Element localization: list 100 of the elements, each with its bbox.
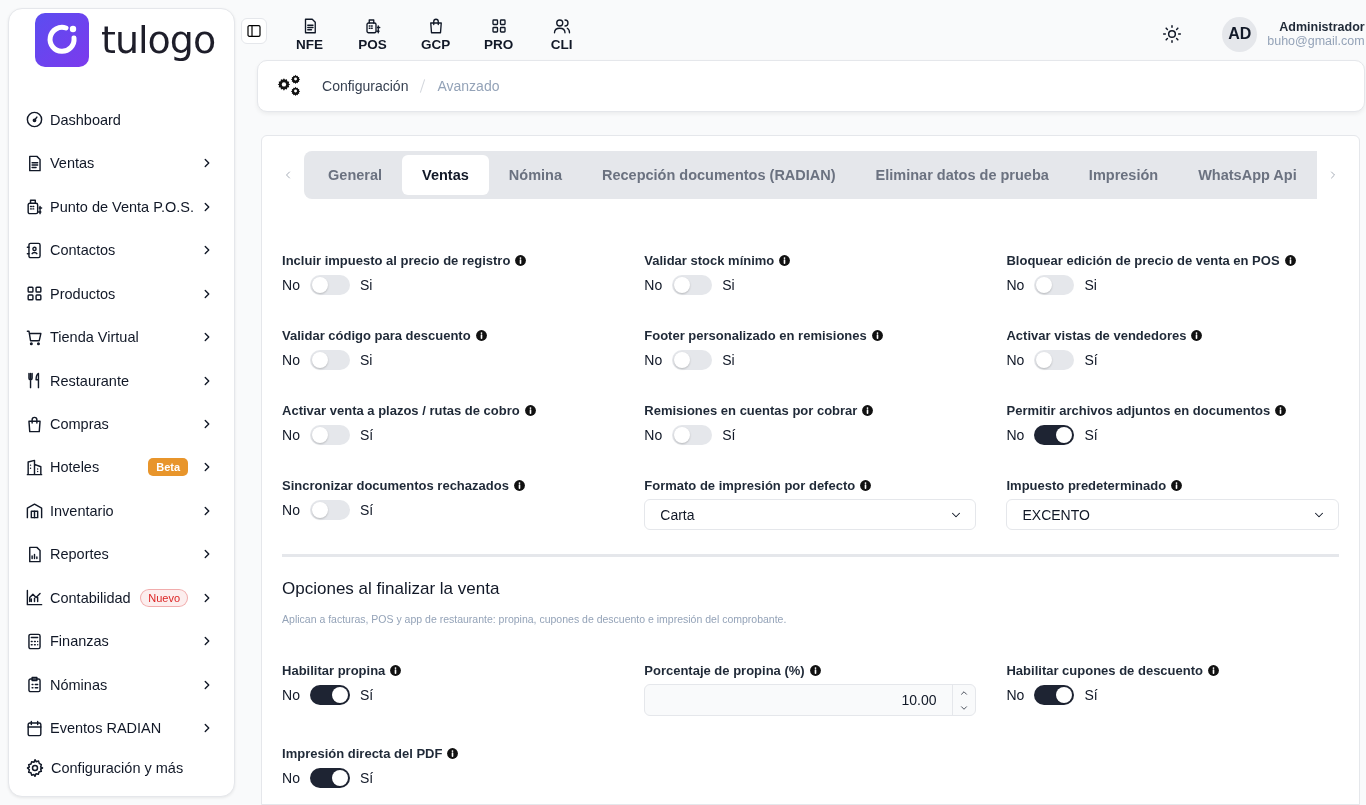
info-icon <box>474 328 488 342</box>
info-icon <box>870 328 884 342</box>
toggle-label: No <box>282 277 300 293</box>
users-icon <box>552 16 571 35</box>
toggle-label: No <box>282 427 300 443</box>
toggle-label: Sí <box>1084 352 1098 368</box>
toggle-switch[interactable] <box>672 350 713 370</box>
info-icon <box>1207 663 1220 677</box>
panel-icon <box>246 23 263 39</box>
info-icon <box>859 478 873 492</box>
toggle-switch[interactable] <box>309 500 350 520</box>
dropdown[interactable]: Carta <box>644 499 977 530</box>
toggle-label: Si <box>359 352 373 368</box>
tab[interactable]: Ventas <box>402 155 489 195</box>
shortcut-button[interactable]: GCP <box>413 16 459 52</box>
avatar[interactable]: AD <box>1222 16 1258 52</box>
sidebar-item[interactable]: Productos <box>25 271 219 316</box>
toggle-label: No <box>282 352 300 368</box>
calculator-icon <box>25 631 44 651</box>
sidebar-item[interactable]: Eventos RADIAN <box>25 706 219 750</box>
tab[interactable]: Recepción documentos (RADIAN) <box>581 155 856 195</box>
field-label: Footer personalizado en remisiones <box>644 327 867 343</box>
sidebar-item[interactable]: Punto de Venta P.O.S. <box>25 184 219 229</box>
field-label: Habilitar propina <box>282 662 386 678</box>
field-label: Impresión directa del PDF <box>282 745 443 761</box>
toggle-switch[interactable] <box>1034 275 1075 295</box>
shortcut-button[interactable]: NFE <box>287 16 333 52</box>
field-label: Validar stock mínimo <box>644 252 775 268</box>
sidebar-toggle-button[interactable] <box>241 18 268 44</box>
info-icon <box>446 746 460 760</box>
badge: Beta <box>148 458 189 477</box>
toggle-switch[interactable] <box>309 768 350 788</box>
toggle-switch[interactable] <box>309 685 350 705</box>
sidebar-item[interactable]: Reportes <box>25 532 219 577</box>
sidebar-item[interactable]: Finanzas <box>25 619 219 664</box>
field-label: Validar código para descuento <box>282 327 471 343</box>
sidebar-item[interactable]: Hoteles Beta <box>25 445 219 490</box>
info-icon <box>861 403 875 417</box>
toggle-label: Si <box>359 277 373 293</box>
tab[interactable]: Nómina <box>488 155 582 195</box>
number-field[interactable]: 10.00 <box>644 684 977 716</box>
tab[interactable]: Eliminar datos de prueba <box>855 155 1069 195</box>
tab[interactable]: WhatsApp Api <box>1178 155 1317 195</box>
field-label: Sincronizar documentos rechazados <box>282 477 509 493</box>
info-icon <box>1190 328 1204 342</box>
toggle-label: No <box>1006 427 1025 443</box>
toggle-label: Sí <box>359 687 374 703</box>
toggle-label: No <box>282 770 300 786</box>
field-label: Activar vistas de vendedores <box>1006 327 1187 343</box>
info-icon <box>778 253 792 267</box>
toggle-switch[interactable] <box>1034 350 1075 370</box>
toggle-switch[interactable] <box>309 425 350 445</box>
toggle-switch[interactable] <box>1034 685 1075 705</box>
logo-icon <box>35 13 89 67</box>
shortcut-button[interactable]: CLI <box>539 16 585 52</box>
user-name: Administrador <box>1279 20 1365 34</box>
section-title: Opciones al finalizar la venta <box>282 579 501 599</box>
sidebar-item[interactable]: Nóminas <box>25 663 219 707</box>
field-label: Permitir archivos adjuntos en documentos <box>1006 402 1271 418</box>
toggle-switch[interactable] <box>672 275 713 295</box>
toggle-label: No <box>1006 277 1025 293</box>
info-icon <box>1274 403 1288 417</box>
tab[interactable]: General <box>308 155 403 195</box>
sidebar-item[interactable]: Tienda Virtual <box>25 315 219 359</box>
contact-book-icon <box>25 240 44 260</box>
cart-icon <box>25 327 44 347</box>
toggle-label: Sí <box>1084 427 1098 443</box>
toggle-label: Sí <box>1084 687 1098 703</box>
toggle-switch[interactable] <box>309 275 350 295</box>
toggle-switch[interactable] <box>672 425 713 445</box>
toggle-label: No <box>282 687 300 703</box>
toggle-label: Sí <box>359 427 374 443</box>
sidebar-item[interactable]: Compras <box>25 402 219 446</box>
toggle-switch[interactable] <box>309 350 350 370</box>
toggle-label: No <box>644 352 663 368</box>
gears-icon <box>276 74 303 98</box>
sidebar-item[interactable]: Inventario <box>25 489 219 533</box>
sidebar-item[interactable]: Restaurante <box>25 358 219 403</box>
dropdown[interactable]: EXCENTO <box>1006 499 1339 530</box>
tab[interactable]: Impresión <box>1068 155 1179 195</box>
breadcrumb-link[interactable]: Configuración <box>322 78 409 94</box>
toggle-label: No <box>1006 687 1025 703</box>
info-icon <box>1283 253 1297 267</box>
toggle-switch[interactable] <box>1034 425 1075 445</box>
calendar-icon <box>25 718 44 738</box>
sun-icon[interactable] <box>1162 24 1183 44</box>
shortcut-button[interactable]: POS <box>350 16 396 52</box>
sidebar-item[interactable]: Ventas <box>25 141 219 185</box>
settings-link[interactable]: Configuración y más <box>25 750 219 786</box>
sidebar-item[interactable]: Contabilidad Nuevo <box>25 576 219 620</box>
clipboard-icon <box>25 675 44 695</box>
grid-icon <box>25 284 44 304</box>
info-icon <box>389 663 403 677</box>
shortcut-button[interactable]: PRO <box>476 16 522 52</box>
sidebar-item[interactable]: Contactos <box>25 228 219 272</box>
warehouse-icon <box>25 501 44 521</box>
toggle-label: Si <box>1084 277 1097 293</box>
field-label: Incluir impuesto al precio de registro <box>282 252 511 268</box>
info-icon <box>808 663 822 677</box>
sidebar-item[interactable]: Dashboard <box>25 98 219 142</box>
